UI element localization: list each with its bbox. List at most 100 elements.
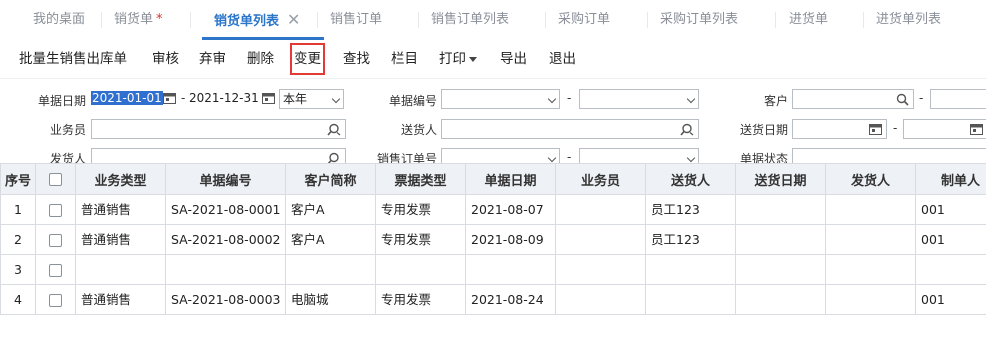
col-header-customer[interactable]: 客户简称	[285, 163, 376, 195]
range-dash: -	[181, 91, 186, 105]
customer-from-field[interactable]	[792, 89, 914, 109]
tab-sales-order-list[interactable]: 销售订单列表	[431, 0, 509, 40]
columns-button[interactable]: 栏目	[391, 40, 418, 78]
row-index: 2	[0, 224, 36, 255]
calendar-icon[interactable]	[869, 123, 882, 135]
cell-business-type	[75, 254, 166, 285]
doc-no-from-select[interactable]	[441, 89, 560, 109]
cell-invoice-type: 专用发票	[375, 194, 466, 225]
range-dash: -	[919, 91, 924, 105]
audit-button[interactable]: 审核	[152, 40, 179, 78]
delivery-date-to-field[interactable]	[903, 119, 986, 139]
tab-label: 采购订单	[558, 12, 611, 27]
table-row[interactable]: 3	[0, 254, 986, 285]
customer-to-field[interactable]	[930, 89, 986, 109]
batch-outbound-button[interactable]: 批量生销售出库单	[19, 40, 127, 78]
col-header-doc-no[interactable]: 单据编号	[165, 163, 286, 195]
close-icon[interactable]: ✕	[287, 10, 300, 29]
cell-delivery-date	[735, 224, 826, 255]
tab-purchase-receipt-list[interactable]: 进货单列表	[876, 0, 941, 40]
tab-sales-delivery[interactable]: 销货单 *	[114, 0, 163, 40]
salesman-field[interactable]	[91, 119, 346, 139]
cell-doc-date: 2021-08-07	[465, 194, 556, 225]
row-select[interactable]	[35, 224, 76, 255]
table-row[interactable]: 4 普通销售 SA-2021-08-0003 电脑城 专用发票 2021-08-…	[0, 284, 986, 315]
deliverer-field[interactable]	[441, 119, 699, 139]
tab-purchase-order[interactable]: 采购订单	[558, 0, 610, 40]
cell-doc-date: 2021-08-24	[465, 284, 556, 315]
cell-maker	[915, 254, 986, 285]
tab-label: 我的桌面	[33, 12, 86, 27]
change-button[interactable]: 变更	[290, 43, 325, 75]
date-from-field[interactable]: 2021-01-01	[91, 89, 178, 109]
cell-business-type: 普通销售	[75, 194, 166, 225]
search-icon[interactable]	[896, 93, 909, 106]
delete-button[interactable]: 删除	[247, 40, 274, 78]
col-header-maker[interactable]: 制单人	[915, 163, 986, 195]
col-header-delivery-date[interactable]: 送货日期	[735, 163, 826, 195]
row-index: 1	[0, 194, 36, 225]
tab-divider	[863, 12, 864, 28]
shipper-field[interactable]	[91, 148, 346, 163]
row-select[interactable]	[35, 254, 76, 285]
range-dash: -	[567, 150, 572, 163]
cell-salesman	[555, 194, 646, 225]
col-header-index[interactable]: 序号	[0, 163, 36, 195]
table-row[interactable]: 2 普通销售 SA-2021-08-0002 客户A 专用发票 2021-08-…	[0, 224, 986, 255]
tab-sales-order[interactable]: 销售订单	[330, 0, 382, 40]
calendar-icon[interactable]	[970, 123, 983, 135]
sales-order-no-to-select[interactable]	[579, 148, 699, 163]
row-checkbox[interactable]	[49, 204, 62, 217]
period-value: 本年	[283, 92, 308, 106]
tab-my-desktop[interactable]: 我的桌面	[33, 0, 85, 40]
tab-divider	[317, 12, 318, 28]
cell-doc-no: SA-2021-08-0003	[165, 284, 286, 315]
search-icon[interactable]	[327, 152, 341, 163]
cell-delivery-date	[735, 284, 826, 315]
calendar-icon[interactable]	[163, 92, 176, 104]
search-button[interactable]: 查找	[343, 40, 370, 78]
col-header-salesman[interactable]: 业务员	[555, 163, 646, 195]
col-header-doc-date[interactable]: 单据日期	[465, 163, 556, 195]
chevron-down-icon	[686, 94, 696, 104]
deliverer-label: 送货人	[401, 123, 438, 137]
table-row[interactable]: 1 普通销售 SA-2021-08-0001 客户A 专用发票 2021-08-…	[0, 194, 986, 225]
select-all-checkbox[interactable]	[49, 172, 62, 186]
tab-bar: 我的桌面 销货单 * 销货单列表 ✕ 销售订单 销售订单列表 采购订单 采购订单列表…	[0, 0, 986, 41]
chevron-down-icon	[331, 94, 341, 104]
cell-shipper	[825, 194, 916, 225]
print-button[interactable]: 打印	[439, 40, 477, 78]
doc-date-label: 单据日期	[38, 94, 87, 108]
row-checkbox[interactable]	[49, 234, 62, 247]
row-checkbox[interactable]	[49, 264, 62, 277]
col-header-select[interactable]	[35, 163, 76, 195]
shipper-label: 发货人	[50, 152, 87, 163]
tab-purchase-receipt[interactable]: 进货单	[789, 0, 828, 40]
unaudit-button[interactable]: 弃审	[199, 40, 226, 78]
delivery-date-from-field[interactable]	[792, 119, 887, 139]
col-header-deliverer[interactable]: 送货人	[645, 163, 736, 195]
calendar-icon[interactable]	[262, 92, 275, 104]
search-icon[interactable]	[680, 123, 694, 136]
row-select[interactable]	[35, 284, 76, 315]
tab-label: 销货单	[114, 12, 154, 27]
sales-order-no-from-select[interactable]	[441, 148, 560, 163]
cell-doc-no: SA-2021-08-0001	[165, 194, 286, 225]
col-header-shipper[interactable]: 发货人	[825, 163, 916, 195]
doc-no-to-select[interactable]	[579, 89, 699, 109]
col-header-invoice-type[interactable]: 票据类型	[375, 163, 466, 195]
row-select[interactable]	[35, 194, 76, 225]
exit-button[interactable]: 退出	[549, 40, 576, 78]
export-button[interactable]: 导出	[500, 40, 527, 78]
doc-status-field[interactable]	[792, 148, 986, 163]
search-icon[interactable]	[327, 123, 341, 136]
col-header-business-type[interactable]: 业务类型	[75, 163, 166, 195]
cell-invoice-type: 专用发票	[375, 284, 466, 315]
row-checkbox[interactable]	[49, 294, 62, 307]
tab-purchase-order-list[interactable]: 采购订单列表	[660, 0, 738, 40]
cell-deliverer	[645, 254, 736, 285]
period-select[interactable]: 本年	[279, 89, 344, 109]
date-to-field[interactable]: 2021-12-31	[189, 89, 277, 109]
tab-sales-delivery-list[interactable]: 销货单列表 ✕	[202, 0, 325, 40]
customer-label: 客户	[764, 94, 789, 108]
